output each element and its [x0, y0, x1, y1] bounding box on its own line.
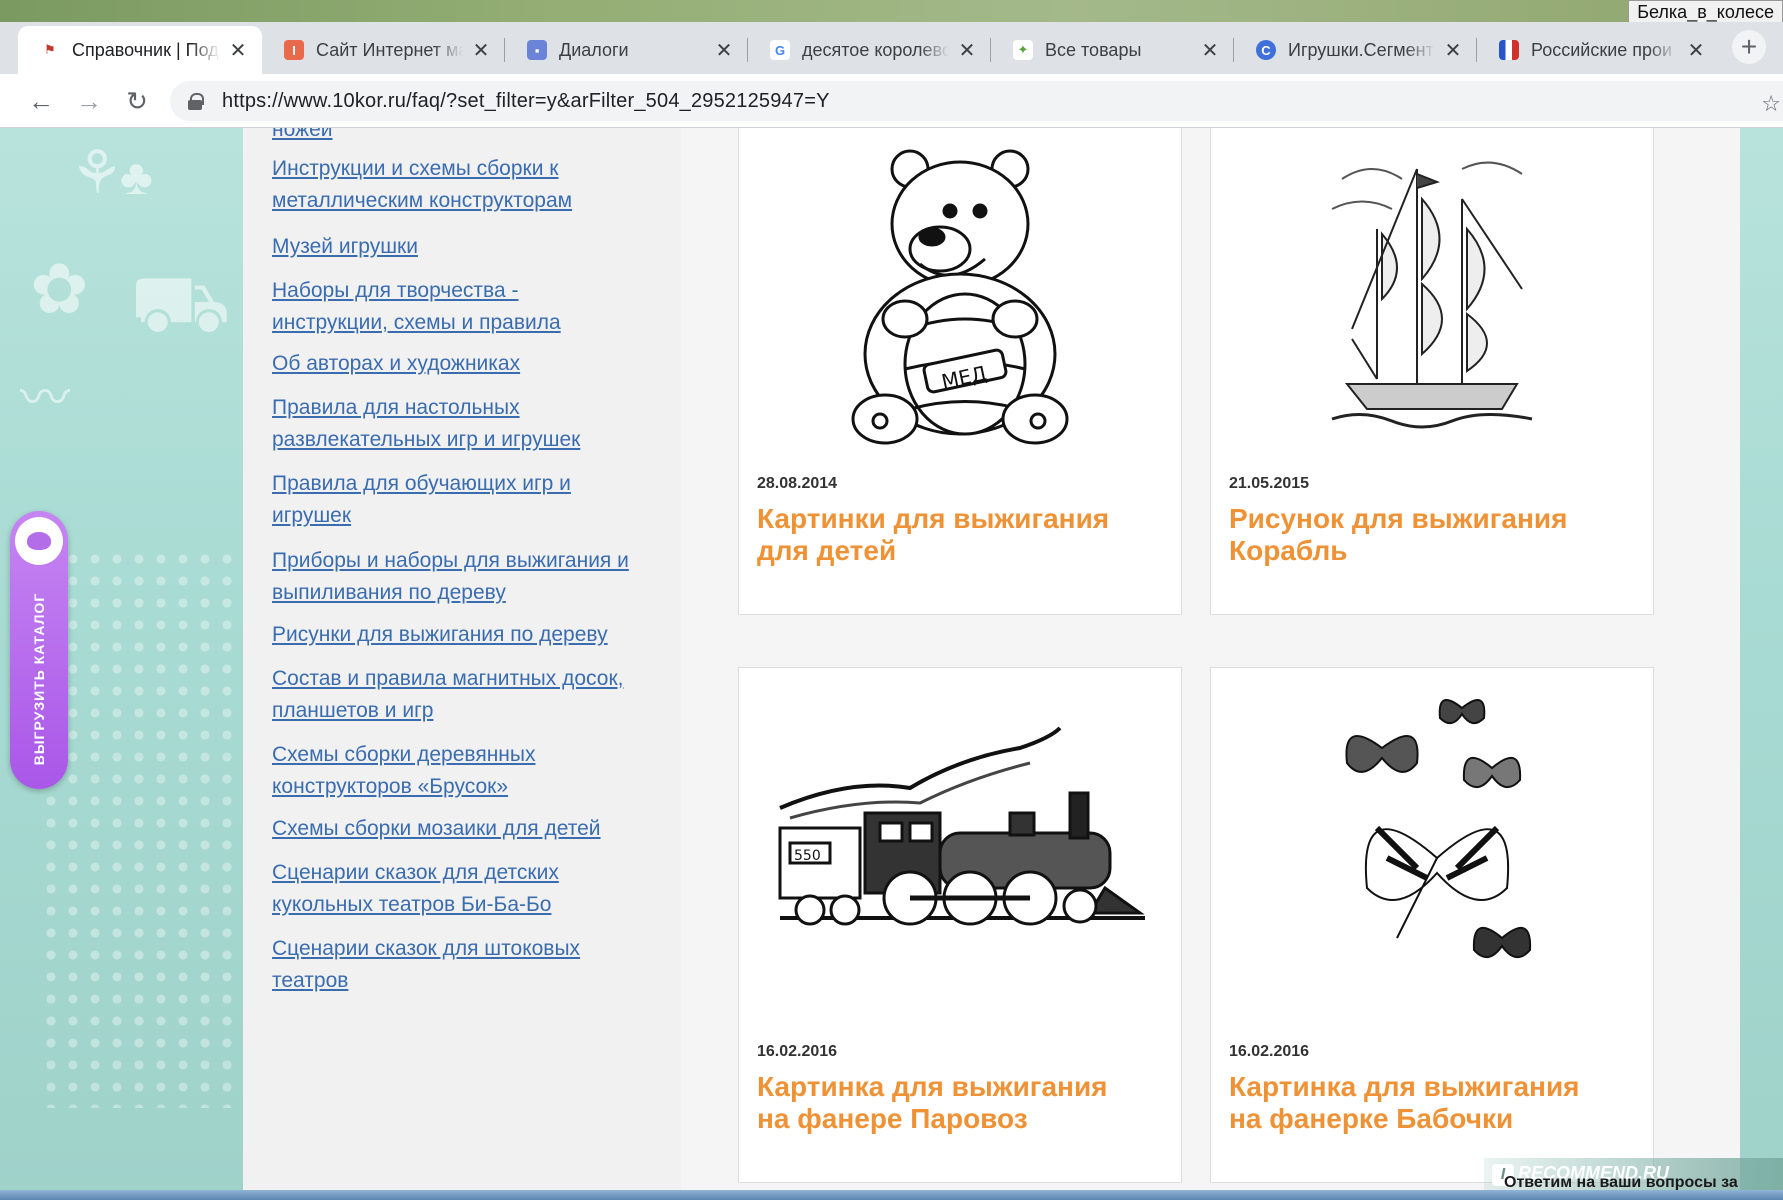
faq-category-sidebar: ножей Инструкции и схемы сборки к металли…: [243, 128, 681, 1192]
article-date: 16.02.2016: [1229, 1043, 1310, 1060]
tab-title: Справочник | Под: [72, 39, 219, 60]
article-title[interactable]: Картинка для выжигания на фанерке Бабочки: [1229, 1071, 1639, 1135]
article-card[interactable]: 16.02.2016 Картинка для выжигания на фане…: [1210, 667, 1654, 1183]
os-taskbar: [0, 1190, 1783, 1200]
export-catalog-button[interactable]: ВЫГРУЗИТЬ КАТАЛОГ: [10, 511, 68, 789]
google-icon: G: [770, 40, 790, 60]
tab-title: Диалоги: [559, 39, 629, 60]
sidebar-link-brusok[interactable]: Схемы сборки деревянных конструкторов «Бр…: [272, 739, 672, 803]
close-icon[interactable]: ✕: [714, 40, 734, 62]
tab-2[interactable]: ▪ Диалоги ✕: [505, 26, 748, 74]
article-date: 28.08.2014: [757, 475, 838, 492]
tab-1[interactable]: I Сайт Интернет ма ✕: [262, 26, 505, 74]
tab-3[interactable]: G десятое королевс ✕: [748, 26, 991, 74]
tab-strip: ⚑ Справочник | Под ✕ I Сайт Интернет ма …: [0, 22, 1783, 74]
article-card[interactable]: 21.05.2015 Рисунок для выжигания Корабль: [1210, 128, 1654, 615]
tab-title: Все товары: [1045, 39, 1142, 60]
tab-6[interactable]: Российские прои ✕: [1477, 26, 1720, 74]
tab-title: Игрушки.Сегмент: [1288, 39, 1434, 60]
sidebar-link-educational-rules[interactable]: Правила для обучающих игр и игрушек: [272, 468, 672, 532]
locomotive-number: 550: [794, 848, 821, 864]
desktop-strip: [0, 0, 1783, 24]
bookmark-star-icon[interactable]: ☆: [1761, 91, 1781, 117]
close-icon[interactable]: ✕: [957, 40, 977, 62]
back-icon[interactable]: ←: [26, 86, 56, 116]
shield-icon: ⚑: [40, 40, 60, 60]
tree-doodle-icon: ♣: [120, 149, 153, 205]
segment-icon: C: [1256, 40, 1276, 60]
tab-title: Российские прои: [1531, 39, 1673, 60]
sidebar-link-bibabo-scripts[interactable]: Сценарии сказок для детских кукольных теа…: [272, 857, 672, 921]
address-bar[interactable]: https://www.10kor.ru/faq/?set_filter=y&a…: [170, 81, 1783, 121]
article-date: 16.02.2016: [757, 1043, 838, 1060]
browser-toolbar: ← → ↻ https://www.10kor.ru/faq/?set_filt…: [0, 74, 1783, 128]
close-icon[interactable]: ✕: [228, 40, 248, 62]
article-card[interactable]: 550 16.02.2016 Картинка для выжигания на …: [738, 667, 1182, 1183]
sidebar-link-metal-constructors[interactable]: Инструкции и схемы сборки к металлическим…: [272, 153, 672, 217]
user-badge: Белка_в_колесе: [1628, 0, 1783, 24]
export-catalog-label: ВЫГРУЗИТЬ КАТАЛОГ: [31, 592, 47, 766]
sidebar-link-magnetic-boards[interactable]: Состав и правила магнитных досок, планшет…: [272, 663, 672, 727]
tree-doodle-icon: ⚘: [70, 139, 124, 206]
sidebar-link-rod-puppet-scripts[interactable]: Сценарии сказок для штоковых театров: [272, 933, 672, 997]
article-card[interactable]: МЕД 28.08.2014 Картинки для выжигания для…: [738, 128, 1182, 615]
close-icon[interactable]: ✕: [1200, 40, 1220, 62]
sidebar-link-burning-pictures[interactable]: Рисунки для выжигания по дереву: [272, 619, 672, 651]
close-icon[interactable]: ✕: [1443, 40, 1463, 62]
tab-0[interactable]: ⚑ Справочник | Под ✕: [18, 26, 262, 74]
sidebar-link-board-game-rules[interactable]: Правила для настольных развлекательных иг…: [272, 392, 672, 456]
article-title[interactable]: Картинки для выжигания для детей: [757, 503, 1167, 567]
sidebar-link-authors[interactable]: Об авторах и художниках: [272, 348, 672, 380]
chat-icon: ▪: [527, 40, 547, 60]
swirl-doodle-icon: 〰: [20, 370, 70, 426]
article-title[interactable]: Картинка для выжигания на фанере Паровоз: [757, 1071, 1167, 1135]
toy-doodle-icon: ✿: [30, 250, 89, 328]
steam-locomotive-image[interactable]: 550: [739, 668, 1181, 1008]
bar-chart-icon: [1499, 40, 1519, 60]
sidebar-link-mosaic[interactable]: Схемы сборки мозаики для детей: [272, 813, 672, 845]
tab-title: десятое королевс: [802, 39, 949, 60]
car-doodle-icon: ⛟: [130, 259, 231, 348]
close-icon[interactable]: ✕: [471, 40, 491, 62]
articles-grid: МЕД 28.08.2014 Картинки для выжигания для…: [681, 128, 1740, 1192]
article-title[interactable]: Рисунок для выжигания Корабль: [1229, 503, 1639, 567]
url-text: https://www.10kor.ru/faq/?set_filter=y&a…: [222, 89, 830, 112]
lock-icon: [188, 93, 204, 110]
sidebar-link-burning-kits[interactable]: Приборы и наборы для выжигания и выпилива…: [272, 545, 672, 609]
tab-5[interactable]: C Игрушки.Сегмент ✕: [1234, 26, 1477, 74]
sidebar-link-knives[interactable]: ножей: [272, 128, 672, 146]
bear-honey-image[interactable]: МЕД: [739, 128, 1181, 459]
new-tab-button[interactable]: +: [1732, 30, 1766, 64]
reload-icon[interactable]: ↻: [122, 86, 152, 116]
article-date: 21.05.2015: [1229, 475, 1310, 492]
abacus-doodle: [40, 548, 240, 1108]
close-icon[interactable]: ✕: [1686, 40, 1706, 62]
sailing-ship-image[interactable]: [1211, 128, 1653, 459]
forward-icon[interactable]: →: [74, 86, 104, 116]
browser-chrome: Белка_в_колесе ⚑ Справочник | Под ✕ I Са…: [0, 0, 1783, 128]
site-icon: I: [284, 40, 304, 60]
tab-4[interactable]: ✦ Все товары ✕: [991, 26, 1234, 74]
tab-title: Сайт Интернет ма: [316, 39, 463, 60]
sidebar-link-toy-museum[interactable]: Музей игрушки: [272, 231, 672, 263]
cloud-icon: [15, 517, 63, 565]
sidebar-link-creative-kits[interactable]: Наборы для творчества - инструкции, схемы…: [272, 275, 672, 339]
butterflies-image[interactable]: [1211, 668, 1653, 1008]
leaf-icon: ✦: [1013, 40, 1033, 60]
web-page: ⚘ ♣ ✿ ⛟ 〰 ножей Инструкции и схемы сборк…: [0, 128, 1783, 1192]
